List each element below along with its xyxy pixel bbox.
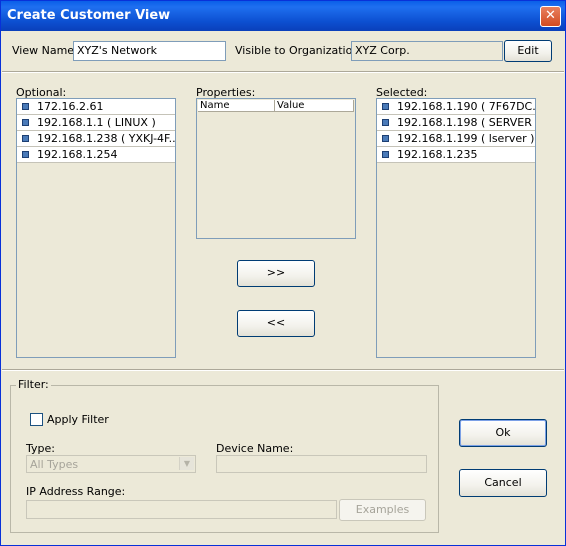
square-node-icon — [22, 103, 29, 110]
dialog-window: Create Customer View ✕ View Name: XYZ's … — [0, 0, 566, 546]
add-selected-button[interactable]: >> — [237, 260, 315, 287]
apply-filter-label: Apply Filter — [47, 413, 109, 426]
column-header-name[interactable]: Name — [198, 100, 275, 112]
selected-list[interactable]: 192.168.1.190 ( 7F67DC... 192.168.1.198 … — [376, 98, 536, 358]
ok-button[interactable]: Ok — [459, 419, 547, 447]
view-name-input[interactable]: XYZ's Network — [73, 41, 226, 61]
window-title: Create Customer View — [7, 8, 171, 23]
apply-filter-checkbox[interactable] — [30, 413, 43, 426]
visible-orgs-field: XYZ Corp. — [351, 41, 503, 61]
close-icon[interactable]: ✕ — [540, 6, 561, 27]
filter-group-label: Filter: — [16, 378, 51, 391]
chevron-down-icon: ▼ — [179, 457, 194, 470]
title-bar[interactable]: Create Customer View — [1, 1, 565, 31]
list-item[interactable]: 192.168.1.199 ( lserver ) — [377, 131, 535, 147]
properties-table[interactable]: Name Value — [196, 98, 356, 239]
optional-list[interactable]: 172.16.2.61 192.168.1.1 ( LINUX ) 192.16… — [16, 98, 176, 358]
type-select-value: All Types — [30, 458, 79, 471]
type-label: Type: — [26, 442, 55, 455]
square-node-icon — [382, 119, 389, 126]
ip-range-label: IP Address Range: — [26, 485, 126, 498]
remove-selected-button[interactable]: << — [237, 310, 315, 337]
properties-header: Name Value — [198, 100, 354, 112]
square-node-icon — [382, 151, 389, 158]
device-name-label: Device Name: — [216, 442, 294, 455]
square-node-icon — [382, 135, 389, 142]
edit-button[interactable]: Edit — [504, 40, 552, 62]
examples-button: Examples — [339, 499, 426, 521]
cancel-button[interactable]: Cancel — [459, 469, 547, 497]
view-name-label: View Name: — [12, 44, 78, 57]
list-item[interactable]: 192.168.1.190 ( 7F67DC... — [377, 99, 535, 115]
list-item[interactable]: 192.168.1.238 ( YXKJ-4F... — [17, 131, 175, 147]
square-node-icon — [382, 103, 389, 110]
type-select: All Types ▼ — [26, 455, 196, 473]
visible-orgs-label: Visible to Organizations: — [235, 44, 369, 57]
column-header-value[interactable]: Value — [275, 100, 354, 112]
ip-range-input — [26, 500, 337, 519]
separator — [2, 71, 564, 73]
square-node-icon — [22, 135, 29, 142]
square-node-icon — [22, 151, 29, 158]
list-item[interactable]: 192.168.1.1 ( LINUX ) — [17, 115, 175, 131]
list-item[interactable]: 172.16.2.61 — [17, 99, 175, 115]
square-node-icon — [22, 119, 29, 126]
list-item[interactable]: 192.168.1.198 ( SERVER ) — [377, 115, 535, 131]
list-item[interactable]: 192.168.1.254 — [17, 147, 175, 163]
list-item[interactable]: 192.168.1.235 — [377, 147, 535, 163]
separator — [2, 369, 564, 371]
device-name-input — [216, 455, 427, 473]
